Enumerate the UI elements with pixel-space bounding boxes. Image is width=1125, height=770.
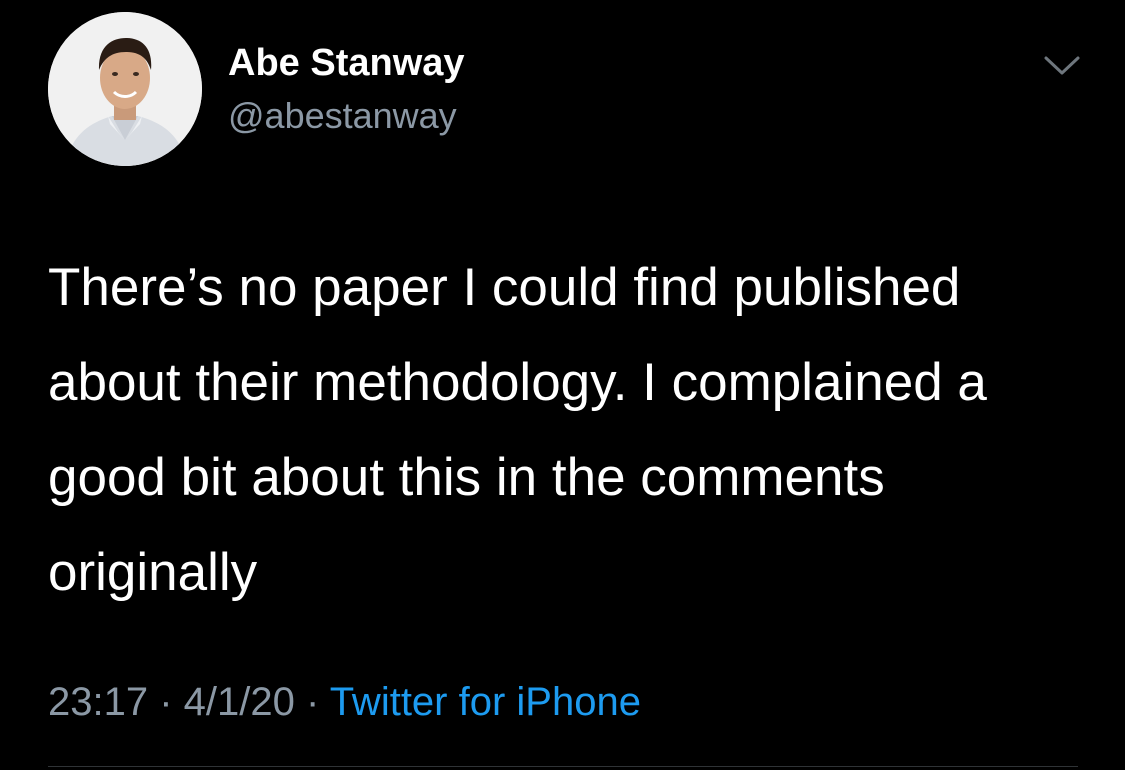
tweet-menu-button[interactable] [1042, 52, 1082, 78]
tweet-source-link[interactable]: Twitter for iPhone [330, 680, 641, 724]
chevron-down-icon [1044, 56, 1080, 75]
tweet-time: 23:17 [48, 680, 149, 724]
meta-separator: · [148, 680, 184, 724]
meta-separator: · [294, 680, 330, 724]
tweet-meta: 23:17 · 4/1/20 · Twitter for iPhone [48, 676, 641, 728]
divider [48, 766, 1078, 767]
tweet: Abe Stanway @abestanway There’s no paper… [0, 0, 1125, 770]
author-display-name[interactable]: Abe Stanway [228, 40, 465, 86]
tweet-text: There’s no paper I could find published … [48, 258, 987, 602]
author-handle[interactable]: @abestanway [228, 94, 457, 138]
avatar[interactable] [48, 12, 202, 166]
tweet-date: 4/1/20 [183, 680, 295, 724]
profile-photo-icon [48, 12, 202, 166]
